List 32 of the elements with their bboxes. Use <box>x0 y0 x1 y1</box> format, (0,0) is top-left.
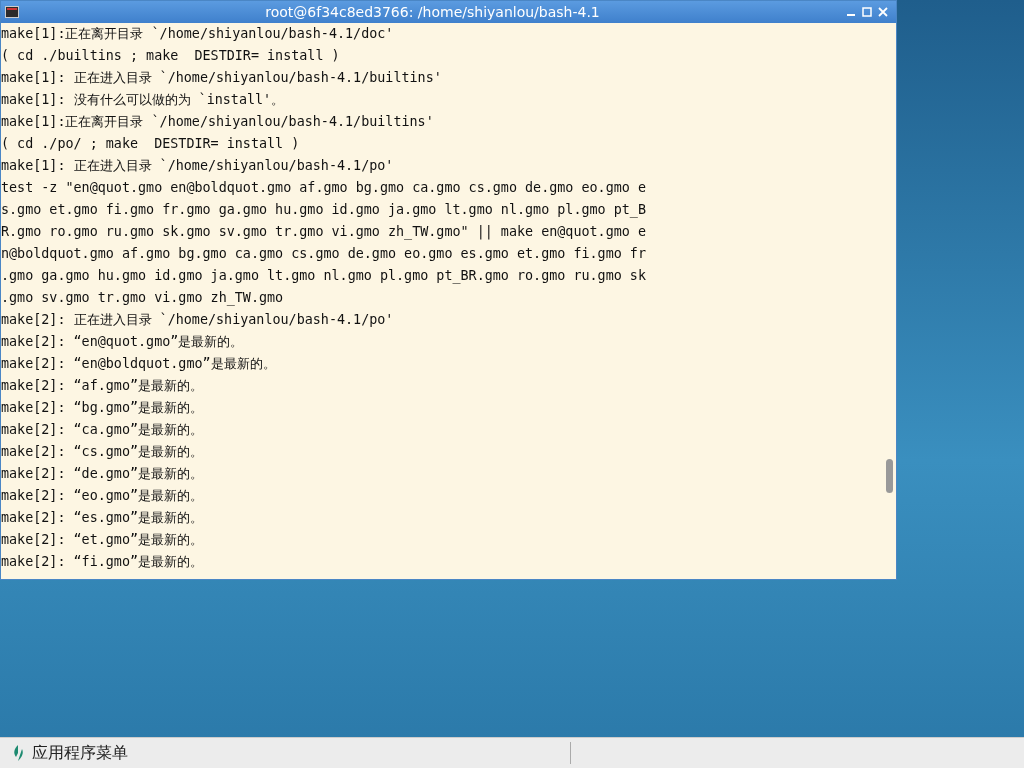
maximize-icon[interactable] <box>862 7 872 17</box>
leaf-logo-icon <box>12 745 24 761</box>
scrollbar-thumb[interactable] <box>886 459 893 493</box>
terminal-icon <box>5 6 19 18</box>
terminal-line: R.gmo ro.gmo ru.gmo sk.gmo sv.gmo tr.gmo vi.gmo zh_TW.gmo" || make en@quot.gmo e <box>1 223 646 242</box>
terminal-line: test -z "en@quot.gmo en@boldquot.gmo af.gmo bg.gmo ca.gmo cs.gmo de.gmo eo.gmo e <box>1 179 646 197</box>
terminal-line: make[2]: “et.gmo”是最新的。 <box>1 531 204 549</box>
terminal-line: n@boldquot.gmo af.gmo bg.gmo ca.gmo cs.gmo de.gmo eo.gmo es.gmo et.gmo fi.gmo fr <box>1 245 646 263</box>
close-icon[interactable] <box>878 7 888 17</box>
terminal-line: s.gmo et.gmo fi.gmo fr.gmo ga.gmo hu.gmo id.gmo ja.gmo lt.gmo nl.gmo pl.gmo pt_B <box>1 201 646 220</box>
terminal-line: make[2]: “cs.gmo”是最新的。 <box>1 443 204 461</box>
terminal-line: make[1]:正在离开目录 `/home/shiyanlou/bash-4.1/doc' <box>1 25 394 43</box>
terminal-line: make[1]: 正在进入目录 `/home/shiyanlou/bash-4.1/po' <box>1 157 394 175</box>
terminal-line: make[2]: “en@quot.gmo”是最新的。 <box>1 333 244 351</box>
terminal-line: make[2]: “en@boldquot.gmo”是最新的。 <box>1 355 276 373</box>
window-title: root@6f34c8ed3766: /home/shiyanlou/bash-4.1 <box>264 2 601 22</box>
terminal-line: make[1]: 没有什么可以做的为 `install'。 <box>1 91 285 109</box>
terminal-line: make[2]: “es.gmo”是最新的。 <box>1 509 204 527</box>
terminal-line: make[2]: “fi.gmo”是最新的。 <box>1 553 204 571</box>
terminal-line: .gmo ga.gmo hu.gmo id.gmo ja.gmo lt.gmo nl.gmo pl.gmo pt_BR.gmo ro.gmo ru.gmo sk <box>1 267 646 286</box>
terminal-line: make[2]: “af.gmo”是最新的。 <box>1 377 204 395</box>
terminal-line: make[2]: 正在进入目录 `/home/shiyanlou/bash-4.1/po' <box>1 311 394 329</box>
terminal-line: make[1]: 正在进入目录 `/home/shiyanlou/bash-4.1/builtins' <box>1 69 442 87</box>
terminal-line: make[2]: “bg.gmo”是最新的。 <box>1 399 204 417</box>
terminal-line: make[2]: “de.gmo”是最新的。 <box>1 465 204 483</box>
terminal-line: ( cd ./po/ ; make DESTDIR= install ) <box>1 135 300 153</box>
terminal-line: make[2]: “ca.gmo”是最新的。 <box>1 421 204 439</box>
terminal-line: make[2]: “eo.gmo”是最新的。 <box>1 487 204 505</box>
terminal-line: .gmo sv.gmo tr.gmo vi.gmo zh_TW.gmo <box>1 289 284 308</box>
terminal-line: make[1]:正在离开目录 `/home/shiyanlou/bash-4.1/builtins' <box>1 113 434 131</box>
terminal-line: ( cd ./builtins ; make DESTDIR= install ) <box>1 47 340 65</box>
app-menu-button[interactable]: 应用程序菜单 <box>0 738 140 768</box>
